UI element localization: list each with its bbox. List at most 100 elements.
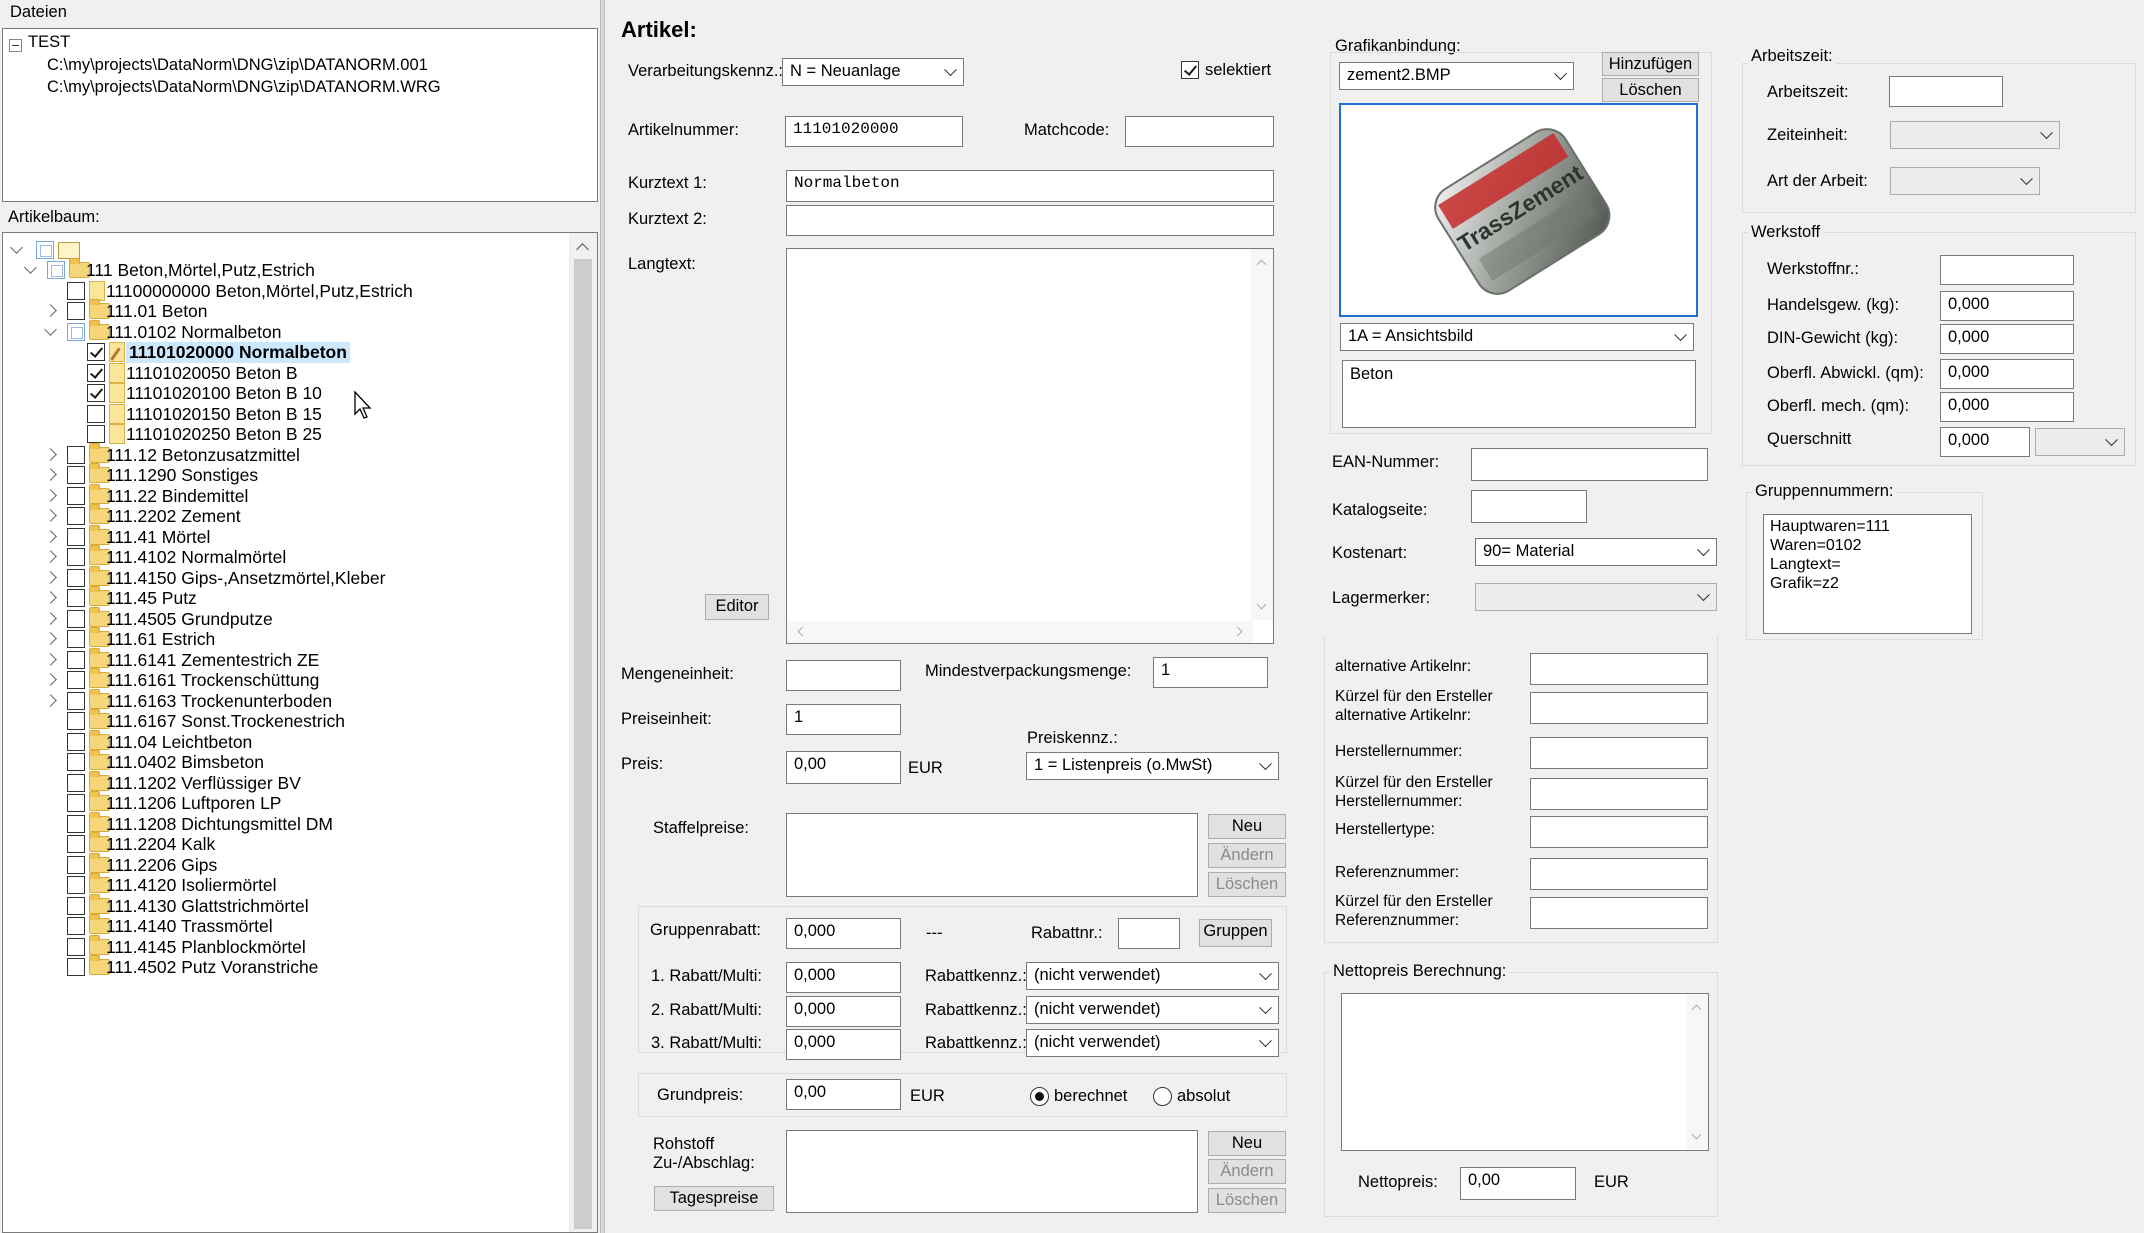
langtext-hscroll[interactable] bbox=[787, 621, 1253, 643]
tree-checkbox[interactable] bbox=[67, 937, 85, 956]
collapse-icon[interactable] bbox=[44, 322, 57, 336]
querschnitt-unit-select[interactable] bbox=[2035, 428, 2125, 456]
tree-checkbox[interactable] bbox=[67, 773, 85, 792]
tree-checkbox[interactable] bbox=[67, 568, 85, 587]
ean-field[interactable] bbox=[1471, 448, 1708, 481]
katalog-field[interactable] bbox=[1471, 490, 1587, 523]
tree-checkbox[interactable] bbox=[67, 650, 85, 669]
kuerzel-ref-field[interactable] bbox=[1530, 897, 1708, 929]
grafik-description[interactable]: Beton bbox=[1342, 360, 1696, 428]
rabattkennz1-select[interactable]: (nicht verwendet) bbox=[1026, 962, 1279, 990]
expand-icon[interactable] bbox=[44, 611, 57, 625]
staffel-loeschen-button[interactable]: Löschen bbox=[1208, 872, 1286, 897]
tree-checkbox[interactable] bbox=[47, 261, 65, 279]
kurztext2-field[interactable] bbox=[786, 205, 1274, 236]
preis-field[interactable]: 0,00 bbox=[786, 751, 901, 784]
tree-checkbox[interactable] bbox=[67, 835, 85, 853]
file-item[interactable]: C:\my\projects\DataNorm\DNG\zip\DATANORM… bbox=[47, 56, 428, 75]
file-item[interactable]: C:\my\projects\DataNorm\DNG\zip\DATANORM… bbox=[47, 78, 441, 97]
grafik-loeschen-button[interactable]: Löschen bbox=[1602, 78, 1699, 102]
tree-checkbox[interactable] bbox=[87, 363, 105, 382]
tree-checkbox[interactable] bbox=[67, 527, 85, 546]
rohstoff-list[interactable] bbox=[786, 1130, 1198, 1213]
nettopreis-field[interactable]: 0,00 bbox=[1460, 1167, 1576, 1200]
netto-vscroll[interactable] bbox=[1686, 994, 1708, 1150]
collapse-icon[interactable] bbox=[24, 261, 37, 274]
rabattkennz3-select[interactable]: (nicht verwendet) bbox=[1026, 1029, 1279, 1057]
tree-checkbox[interactable] bbox=[87, 404, 105, 423]
herstellertype-field[interactable] bbox=[1530, 816, 1708, 848]
tree-checkbox[interactable] bbox=[67, 691, 85, 710]
tree-checkbox[interactable] bbox=[67, 732, 85, 751]
absolut-radio[interactable] bbox=[1153, 1087, 1172, 1106]
scroll-up-icon[interactable] bbox=[1691, 1004, 1702, 1015]
rabatt3-field[interactable]: 0,000 bbox=[786, 1029, 901, 1060]
werkstoffnr-field[interactable] bbox=[1940, 255, 2074, 285]
scroll-down-icon[interactable] bbox=[1256, 599, 1267, 610]
selektiert-checkbox[interactable] bbox=[1181, 61, 1199, 79]
tree-checkbox[interactable] bbox=[67, 855, 85, 874]
tree-checkbox[interactable] bbox=[67, 896, 85, 915]
rohstoff-loeschen-button[interactable]: Löschen bbox=[1208, 1188, 1286, 1213]
verarbeitung-select[interactable]: N = Neuanlage bbox=[782, 58, 964, 86]
expand-icon[interactable] bbox=[44, 447, 57, 461]
scroll-up-icon[interactable] bbox=[576, 243, 589, 256]
scroll-up-icon[interactable] bbox=[1256, 259, 1267, 270]
tree-checkbox[interactable] bbox=[67, 486, 85, 505]
kuerzel-alt-field[interactable] bbox=[1530, 692, 1708, 724]
expand-icon[interactable] bbox=[44, 693, 57, 707]
expand-icon[interactable] bbox=[44, 591, 57, 604]
tree-checkbox[interactable] bbox=[67, 548, 85, 566]
tree-checkbox[interactable] bbox=[87, 425, 105, 443]
scroll-right-icon[interactable] bbox=[1232, 626, 1243, 637]
kostenart-select[interactable]: 90= Material bbox=[1475, 538, 1717, 566]
din-field[interactable]: 0,000 bbox=[1940, 324, 2074, 354]
art-select[interactable] bbox=[1890, 167, 2040, 195]
tree-checkbox[interactable] bbox=[67, 712, 85, 730]
expand-icon[interactable] bbox=[44, 529, 57, 543]
grafik-hinzufuegen-button[interactable]: Hinzufügen bbox=[1602, 52, 1699, 76]
expand-icon[interactable] bbox=[44, 468, 57, 481]
rohstoff-aendern-button[interactable]: Ändern bbox=[1208, 1159, 1286, 1184]
tree-checkbox[interactable] bbox=[67, 753, 85, 771]
referenz-field[interactable] bbox=[1530, 858, 1708, 890]
files-root[interactable]: TEST bbox=[28, 33, 70, 52]
tagespreise-button[interactable]: Tagespreise bbox=[654, 1186, 774, 1211]
tree-node[interactable]: 111.4502 Putz Voranstriche bbox=[3, 954, 563, 982]
handelsgew-field[interactable]: 0,000 bbox=[1940, 291, 2074, 321]
kurztext1-field[interactable]: Normalbeton bbox=[786, 170, 1274, 202]
grundpreis-field[interactable]: 0,00 bbox=[786, 1079, 901, 1110]
tree-checkbox[interactable] bbox=[67, 794, 85, 812]
tree-checkbox[interactable] bbox=[67, 917, 85, 935]
tree-checkbox[interactable] bbox=[67, 322, 85, 341]
staffel-aendern-button[interactable]: Ändern bbox=[1208, 843, 1286, 868]
grafik-file-select[interactable]: zement2.BMP bbox=[1339, 62, 1574, 90]
langtext-vscroll[interactable] bbox=[1251, 249, 1273, 620]
grafik-view-select[interactable]: 1A = Ansichtsbild bbox=[1340, 323, 1694, 351]
lagermerker-select[interactable] bbox=[1475, 583, 1717, 611]
tree-scrollbar[interactable] bbox=[569, 233, 597, 1232]
rabattkennz2-select[interactable]: (nicht verwendet) bbox=[1026, 996, 1279, 1024]
langtext-area[interactable] bbox=[786, 248, 1274, 644]
mindest-field[interactable]: 1 bbox=[1153, 657, 1268, 688]
editor-button[interactable]: Editor bbox=[705, 594, 769, 620]
gruppen-button[interactable]: Gruppen bbox=[1199, 919, 1272, 947]
rabatt2-field[interactable]: 0,000 bbox=[786, 996, 901, 1027]
tree-checkbox[interactable] bbox=[67, 958, 85, 976]
expand-icon[interactable] bbox=[44, 304, 57, 317]
expand-icon[interactable] bbox=[44, 509, 57, 522]
tree-checkbox[interactable] bbox=[67, 302, 85, 320]
expand-icon[interactable] bbox=[44, 632, 57, 645]
mech-field[interactable]: 0,000 bbox=[1940, 392, 2074, 422]
querschnitt-field[interactable]: 0,000 bbox=[1940, 427, 2030, 457]
netto-calc-area[interactable] bbox=[1341, 993, 1709, 1151]
preiseinheit-field[interactable]: 1 bbox=[786, 704, 901, 735]
preiskennz-select[interactable]: 1 = Listenpreis (o.MwSt) bbox=[1026, 752, 1279, 780]
staffel-neu-button[interactable]: Neu bbox=[1208, 814, 1286, 839]
expand-icon[interactable] bbox=[44, 550, 57, 563]
tree-checkbox[interactable] bbox=[67, 281, 85, 300]
tree-checkbox[interactable] bbox=[67, 814, 85, 833]
tree-checkbox[interactable] bbox=[67, 609, 85, 628]
tree-checkbox[interactable] bbox=[67, 630, 85, 648]
tree-checkbox[interactable] bbox=[67, 466, 85, 484]
